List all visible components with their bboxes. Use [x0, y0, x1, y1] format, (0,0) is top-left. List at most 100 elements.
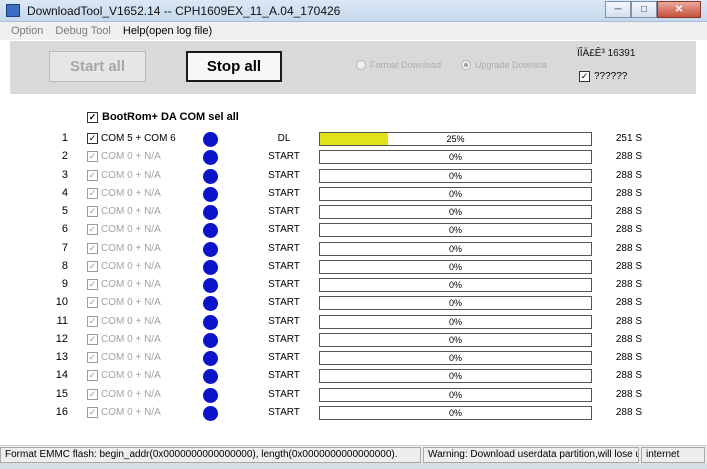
port-state: START [268, 370, 300, 382]
port-checkbox-icon[interactable]: ✓ [87, 187, 98, 199]
port-index: 8 [61, 259, 68, 272]
port-time: 251 S [615, 133, 642, 144]
status-led-icon [203, 314, 218, 330]
port-time: 288 S [615, 260, 642, 272]
port-com-label: COM 0 + N/A [101, 406, 161, 418]
port-time: 288 S [615, 151, 642, 163]
progress-bar: 0% [319, 369, 592, 384]
port-checkbox-icon[interactable]: ✓ [87, 279, 98, 290]
port-time: 288 S [615, 279, 642, 290]
port-checkbox-icon[interactable]: ✓ [87, 315, 98, 327]
port-com-label: COM 0 + N/A [101, 206, 161, 217]
port-index: 10 [55, 296, 68, 309]
progress-text: 0% [448, 207, 462, 217]
counter-text: ÏÎÄ£Ê³ 16391 [577, 48, 636, 59]
port-state: START [268, 333, 300, 345]
port-index: 13 [55, 351, 68, 363]
port-com-label: COM 0 + N/A [101, 279, 161, 290]
port-com-label: COM 0 + N/A [101, 388, 161, 400]
status-led-icon [203, 132, 218, 147]
start-all-button[interactable]: Start all [49, 51, 146, 82]
upgrade-download-label: Upgrade Downloa [475, 60, 548, 70]
port-row: 9 ✓ COM 0 + N/A START 0% 288 S [0, 276, 707, 294]
status-format-text: Format EMMC flash: begin_addr(0x00000000… [0, 446, 421, 463]
port-time: 288 S [615, 406, 642, 418]
progress-bar: 0% [319, 259, 592, 274]
port-checkbox-icon[interactable]: ✓ [87, 352, 98, 363]
port-checkbox-icon[interactable]: ✓ [87, 169, 98, 181]
maximize-icon[interactable]: □ [631, 1, 657, 18]
port-state: START [268, 242, 300, 254]
upgrade-download-radio[interactable]: Upgrade Downloa [461, 60, 547, 70]
port-time: 288 S [615, 224, 642, 236]
progress-text: 25% [446, 134, 465, 144]
window-title: DownloadTool_V1652.14 -- CPH1609EX_11_A.… [27, 4, 341, 18]
port-index: 9 [61, 278, 68, 290]
port-checkbox-icon[interactable]: ✓ [87, 406, 98, 418]
select-all-label: BootRom+ DA COM sel all [102, 111, 239, 123]
port-index: 7 [61, 241, 68, 254]
port-state: START [268, 279, 300, 290]
menu-debug-tool[interactable]: Debug Tool [55, 25, 110, 37]
port-checkbox-icon[interactable]: ✓ [87, 297, 98, 309]
status-led-icon [203, 278, 218, 293]
port-checkbox-icon[interactable]: ✓ [87, 206, 98, 217]
progress-text: 0% [448, 280, 462, 290]
port-checkbox-icon[interactable]: ✓ [87, 260, 98, 272]
menu-option[interactable]: Option [11, 25, 43, 37]
port-index: 1 [61, 132, 68, 144]
port-com-label: COM 0 + N/A [101, 352, 161, 363]
port-checkbox-icon[interactable]: ✓ [87, 242, 98, 254]
port-time: 288 S [615, 297, 642, 309]
status-led-icon [203, 168, 218, 184]
port-checkbox-icon[interactable]: ✓ [87, 370, 98, 382]
progress-bar: 0% [319, 278, 592, 292]
status-led-icon [203, 296, 218, 312]
port-row: 16 ✓ COM 0 + N/A START 0% 288 S [0, 404, 707, 422]
port-checkbox-icon[interactable]: ✓ [87, 224, 98, 236]
port-row: 3 ✓ COM 0 + N/A START 0% 288 S [0, 167, 707, 185]
port-state: START [268, 169, 300, 181]
option-checkbox[interactable]: ✓ ?????? [579, 71, 627, 82]
status-led-icon [203, 405, 218, 421]
stop-all-button[interactable]: Stop all [186, 51, 282, 82]
port-checkbox-icon[interactable]: ✓ [87, 133, 98, 144]
minimize-icon[interactable]: ─ [605, 1, 631, 18]
progress-text: 0% [448, 371, 462, 382]
status-bar: Format EMMC flash: begin_addr(0x00000000… [0, 445, 707, 463]
port-com-label: COM 0 + N/A [101, 151, 161, 163]
progress-text: 0% [448, 170, 462, 181]
port-row: 15 ✓ COM 0 + N/A START 0% 288 S [0, 386, 707, 404]
port-row: 5 ✓ COM 0 + N/A START 0% 288 S [0, 203, 707, 221]
close-icon[interactable]: ✕ [657, 1, 701, 18]
port-index: 6 [61, 223, 68, 236]
select-all-checkbox[interactable]: ✓ BootRom+ DA COM sel all [87, 111, 239, 123]
checkbox-icon: ✓ [87, 111, 98, 123]
status-led-icon [203, 223, 218, 239]
port-time: 288 S [615, 315, 642, 327]
format-download-radio[interactable]: Format Download [356, 60, 441, 70]
port-row: 10 ✓ COM 0 + N/A START 0% 288 S [0, 294, 707, 312]
title-bar: DownloadTool_V1652.14 -- CPH1609EX_11_A.… [0, 0, 707, 22]
port-checkbox-icon[interactable]: ✓ [87, 333, 98, 345]
port-checkbox-icon[interactable]: ✓ [87, 151, 98, 163]
progress-text: 0% [448, 353, 462, 363]
progress-text: 0% [448, 188, 462, 199]
port-time: 288 S [615, 206, 642, 217]
port-state: START [268, 388, 300, 400]
progress-text: 0% [448, 152, 462, 163]
port-checkbox-icon[interactable]: ✓ [87, 388, 98, 400]
port-time: 288 S [615, 187, 642, 199]
port-row: 1 ✓ COM 5 + COM 6 DL 25% 251 S [0, 130, 707, 148]
port-state: DL [277, 133, 291, 144]
menu-help[interactable]: Help(open log file) [123, 25, 212, 37]
progress-text: 0% [448, 298, 462, 309]
port-index: 11 [56, 314, 68, 327]
status-led-icon [203, 186, 218, 202]
status-led-icon [203, 332, 218, 348]
port-time: 288 S [615, 352, 642, 363]
port-com-label: COM 0 + N/A [101, 187, 161, 199]
port-row: 8 ✓ COM 0 + N/A START 0% 288 S [0, 258, 707, 276]
port-state: START [268, 352, 300, 363]
radio-selected-icon [461, 60, 471, 70]
